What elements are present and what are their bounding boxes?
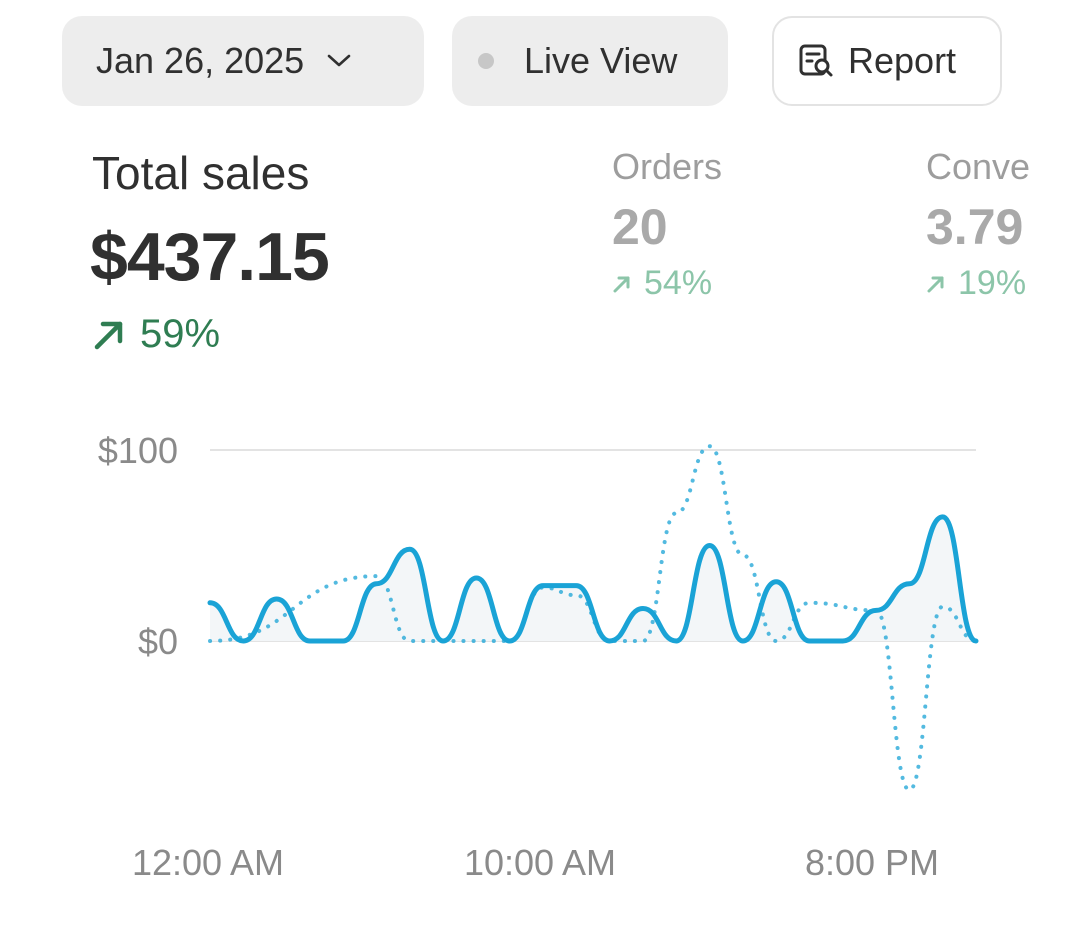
y-tick-label: $100	[98, 430, 178, 471]
x-tick-label: 12:00 AM	[132, 842, 284, 883]
series-layer	[207, 444, 979, 792]
x-tick-label: 8:00 PM	[805, 842, 939, 883]
x-tick-label: 10:00 AM	[464, 842, 616, 883]
y-tick-label: $0	[138, 621, 178, 662]
sales-chart: $100 $0 12:00 AM 10:00 AM 8:00 PM	[98, 430, 979, 883]
analytics-page: Jan 26, 2025 Live View Report Total sale…	[0, 0, 1080, 926]
